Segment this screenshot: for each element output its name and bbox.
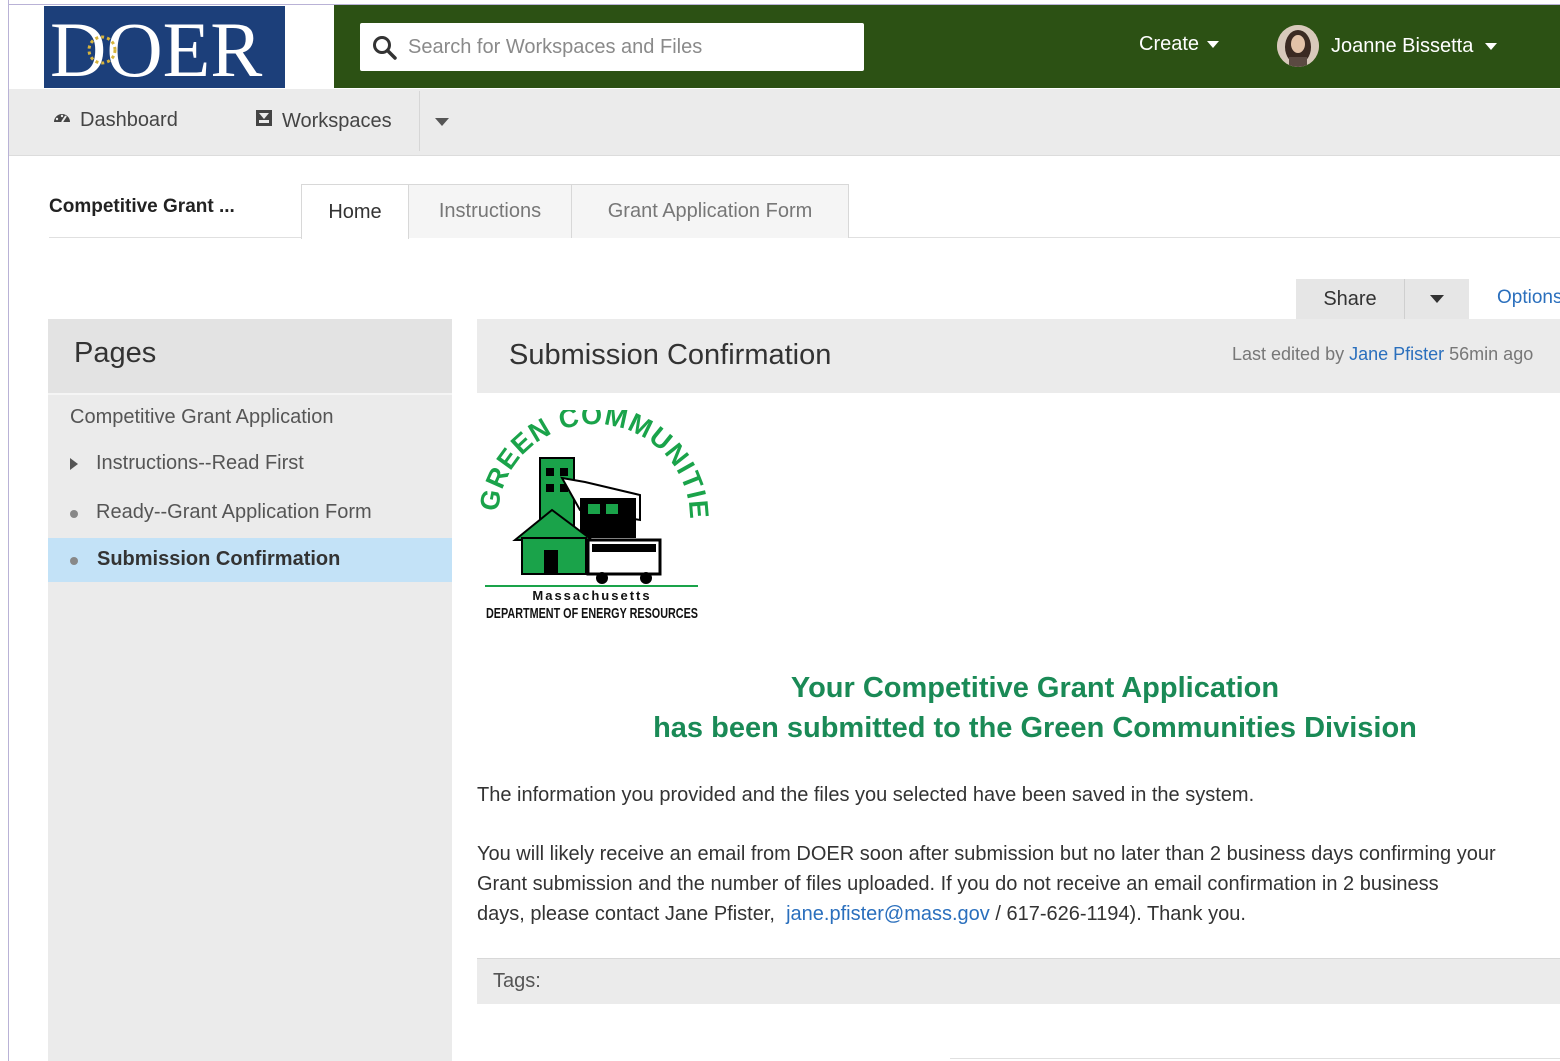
sidebar-item-competitive-grant-application[interactable]: Competitive Grant Application [48, 396, 452, 440]
nav-dashboard-label: Dashboard [80, 108, 178, 131]
tab-home[interactable]: Home [301, 184, 409, 239]
page-header: Submission Confirmation Last edited by J… [477, 319, 1560, 393]
options-link[interactable]: Options [1497, 287, 1560, 309]
create-menu-button[interactable]: Create [1139, 33, 1220, 56]
avatar [1277, 25, 1319, 67]
house-building-icon [512, 457, 662, 584]
contact-text: days, please contact Jane Pfister, [477, 903, 775, 925]
sidebar-header: Pages [48, 319, 452, 395]
share-button[interactable]: Share [1296, 279, 1404, 319]
sidebar-item-submission-confirmation[interactable]: Submission Confirmation [48, 538, 452, 582]
nav-divider [419, 91, 420, 151]
search-icon [372, 35, 398, 66]
headline-line-2: has been submitted to the Green Communit… [653, 712, 1417, 744]
email-paragraph-line-1: You will likely receive an email from DO… [477, 843, 1496, 865]
top-header: DOER Create Joanne Bissetta [9, 5, 1560, 89]
last-edited-info: Last edited by Jane Pfister 56min ago [1232, 344, 1533, 365]
sidebar-item-label: Instructions--Read First [96, 452, 304, 474]
bullet-icon [70, 510, 78, 518]
expand-triangle-icon[interactable] [70, 458, 78, 470]
tab-instructions-label: Instructions [438, 200, 542, 222]
workspaces-dropdown-chevron-icon[interactable] [435, 118, 449, 126]
bottom-divider [950, 1058, 1560, 1059]
workspaces-icon [254, 108, 274, 134]
tab-instructions[interactable]: Instructions [408, 184, 572, 238]
tab-home-label: Home [328, 200, 382, 223]
contact-email-link[interactable]: jane.pfister@mass.gov [786, 903, 990, 925]
chevron-down-icon [1207, 41, 1220, 48]
confirmation-headline: Your Competitive Grant Application has b… [477, 668, 1560, 748]
email-paragraph-line-3: days, please contact Jane Pfister, jane.… [477, 899, 1246, 929]
tags-label: Tags: [493, 970, 541, 992]
search-input[interactable] [408, 23, 848, 71]
nav-workspaces[interactable]: Workspaces [254, 108, 392, 134]
share-dropdown-button[interactable] [1404, 279, 1469, 319]
tab-grant-application-form[interactable]: Grant Application Form [571, 184, 849, 238]
logo-text: DOER [50, 6, 262, 88]
chevron-down-icon [1430, 295, 1444, 303]
sidebar-item-label: Submission Confirmation [97, 548, 341, 570]
pages-sidebar: Pages Competitive Grant Application Inst… [48, 319, 452, 1061]
contact-phone-text: / 617-626-1194). Thank you. [995, 903, 1246, 925]
logo-state-text: Massachusetts [532, 588, 651, 603]
page-title: Submission Confirmation [509, 339, 832, 371]
logo-department-text: DEPARTMENT OF ENERGY RESOURCES [486, 605, 698, 622]
last-edited-user-link[interactable]: Jane Pfister [1349, 344, 1444, 364]
last-edited-prefix: Last edited by [1232, 344, 1345, 364]
workspace-title[interactable]: Competitive Grant ... [49, 196, 235, 218]
sidebar-item-instructions[interactable]: Instructions--Read First [48, 442, 452, 486]
dashboard-icon [52, 108, 72, 132]
sidebar-item-grant-application-form[interactable]: Ready--Grant Application Form [48, 491, 452, 535]
tags-bar: Tags: [477, 958, 1560, 1004]
doer-logo[interactable]: DOER [44, 6, 285, 88]
user-menu-button[interactable]: Joanne Bissetta [1277, 25, 1498, 67]
create-label: Create [1139, 33, 1200, 55]
bullet-icon [70, 557, 78, 565]
sidebar-item-label: Ready--Grant Application Form [96, 501, 372, 523]
headline-line-1: Your Competitive Grant Application [790, 672, 1280, 704]
sidebar-heading: Pages [74, 337, 157, 369]
chevron-down-icon [1485, 42, 1498, 50]
green-communities-logo: GREEN COMMUNITIES Massachusetts DEPARTME… [470, 386, 713, 630]
last-edited-time: 56min ago [1449, 344, 1534, 364]
email-paragraph-line-2: Grant submission and the number of files… [477, 873, 1439, 895]
window-border-left [8, 0, 9, 1061]
share-button-group: Share [1296, 279, 1469, 319]
search-box[interactable] [360, 23, 864, 71]
tab-grant-application-form-label: Grant Application Form [607, 200, 813, 222]
nav-dashboard[interactable]: Dashboard [52, 108, 178, 132]
sidebar-item-label: Competitive Grant Application [70, 406, 334, 428]
user-name: Joanne Bissetta [1331, 34, 1474, 57]
main-nav: Dashboard Workspaces [9, 89, 1560, 156]
nav-workspaces-label: Workspaces [282, 109, 392, 132]
info-paragraph: The information you provided and the fil… [477, 784, 1255, 806]
